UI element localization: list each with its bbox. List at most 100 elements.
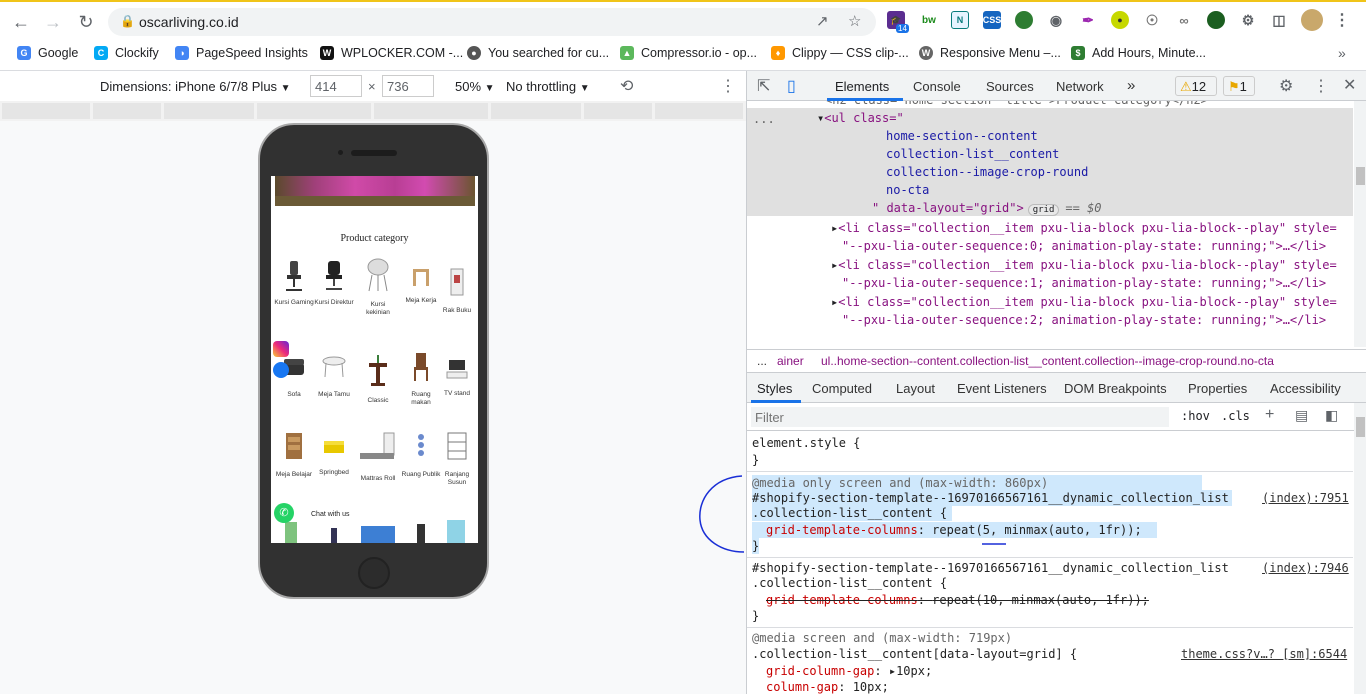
- css-declaration[interactable]: column-gap: 10px;: [766, 679, 889, 694]
- filter-input[interactable]: [751, 407, 1169, 427]
- ruler-segment[interactable]: [374, 103, 488, 119]
- bookmark-star-icon[interactable]: ☆: [848, 12, 861, 30]
- whatsapp-icon[interactable]: ✆: [274, 503, 294, 523]
- device-toggle-icon[interactable]: ▯: [787, 76, 796, 96]
- tab-network[interactable]: Network: [1056, 79, 1104, 94]
- tree-line[interactable]: ▸<li class="collection__item pxu-lia-blo…: [831, 256, 1337, 274]
- globe-grid-icon[interactable]: ☉: [1143, 11, 1161, 29]
- grid-badge[interactable]: grid: [1027, 204, 1060, 216]
- category-item[interactable]: Mattras Roll: [358, 431, 398, 483]
- expand-arrow-icon[interactable]: ▸: [889, 664, 896, 678]
- styles-pane[interactable]: element.style { } @media only screen and…: [747, 431, 1366, 694]
- throttling-dropdown[interactable]: No throttling ▼: [506, 79, 590, 94]
- category-item[interactable]: Kursi Direktur: [314, 259, 354, 307]
- bookmark-compressor[interactable]: ▲ Compressor.io - op...: [620, 44, 757, 62]
- tab-console[interactable]: Console: [913, 79, 961, 94]
- computed-styles-icon[interactable]: ▤: [1295, 407, 1308, 424]
- puzzle-icon[interactable]: ⚙: [1239, 11, 1257, 29]
- settings-gear-icon[interactable]: ⚙: [1279, 76, 1293, 96]
- css-value[interactable]: repeat(10, minmax(auto, 1fr));: [932, 593, 1149, 607]
- tree-line[interactable]: "--pxu-lia-outer-sequence:0; animation-p…: [842, 237, 1326, 255]
- css-declaration[interactable]: grid-column-gap: ▸10px;: [766, 663, 932, 679]
- hov-toggle[interactable]: :hov: [1181, 409, 1210, 423]
- category-item[interactable]: Ruang makan: [401, 351, 441, 407]
- ruler-segment[interactable]: [491, 103, 581, 119]
- back-icon[interactable]: ←: [10, 11, 32, 33]
- dimensions-dropdown[interactable]: Dimensions: iPhone 6/7/8 Plus ▼: [100, 79, 291, 94]
- css-property[interactable]: column-gap: [766, 680, 838, 694]
- tab-accessibility[interactable]: Accessibility: [1270, 381, 1341, 396]
- css-declaration-overridden[interactable]: grid-template-columns: repeat(10, minmax…: [766, 592, 1149, 608]
- rule-selector[interactable]: .collection-list__content[data-layout=gr…: [752, 646, 1077, 662]
- avatar[interactable]: [1301, 9, 1323, 31]
- more-menu-icon[interactable]: ⋮: [1333, 11, 1351, 29]
- css-property[interactable]: grid-template-columns: [766, 593, 918, 607]
- warnings-badge[interactable]: ⚠12: [1175, 76, 1217, 96]
- category-item[interactable]: Springbed: [314, 435, 354, 477]
- class-value[interactable]: collection--image-crop-round: [886, 163, 1088, 181]
- ellipsis-icon[interactable]: ...: [753, 110, 775, 128]
- width-input[interactable]: 414: [310, 75, 362, 97]
- ruler-segment[interactable]: [584, 103, 652, 119]
- elements-tree[interactable]: <h2 class="home-section--title">Product …: [747, 101, 1366, 347]
- rule-selector[interactable]: .collection-list__content {: [752, 575, 947, 591]
- source-link[interactable]: (index):7946: [1262, 560, 1349, 576]
- source-link[interactable]: (index):7951: [1262, 490, 1349, 506]
- css-value[interactable]: repeat(5, minmax(auto, 1fr));: [932, 523, 1142, 537]
- class-value[interactable]: no-cta: [886, 181, 929, 199]
- bookmark-clippy[interactable]: ♦ Clippy — CSS clip-...: [771, 44, 909, 62]
- selected-node[interactable]: ... ▾<ul class=" home-section--content c…: [747, 108, 1353, 216]
- camera-icon[interactable]: ◉: [1047, 11, 1065, 29]
- extension-globe-icon[interactable]: [1015, 11, 1033, 29]
- inspect-icon[interactable]: ⇱: [757, 76, 770, 96]
- tab-dom-breakpoints[interactable]: DOM Breakpoints: [1064, 381, 1167, 396]
- rule-selector[interactable]: .collection-list__content {: [752, 505, 952, 521]
- category-item[interactable]: TV stand: [437, 356, 477, 398]
- home-button[interactable]: [358, 557, 390, 589]
- phone-screen[interactable]: Product category Kursi Gaming Kursi Dire…: [271, 176, 478, 543]
- tab-sources[interactable]: Sources: [986, 79, 1034, 94]
- media-query[interactable]: @media screen and (max-width: 719px): [752, 630, 1012, 646]
- bookmark-responsive-menu[interactable]: W Responsive Menu –...: [919, 44, 1061, 62]
- tree-line[interactable]: ▸<li class="collection__item pxu-lia-blo…: [831, 219, 1337, 237]
- category-item[interactable]: Kursi Gaming: [274, 259, 314, 307]
- rule-selector[interactable]: element.style {: [752, 435, 860, 451]
- media-query[interactable]: @media only screen and (max-width: 860px…: [752, 475, 1202, 491]
- ruler-segment[interactable]: [93, 103, 161, 119]
- ruler-segment[interactable]: [257, 103, 371, 119]
- category-item[interactable]: Ranjang Susun: [437, 431, 477, 487]
- tab-layout[interactable]: Layout: [896, 381, 935, 396]
- tab-elements[interactable]: Elements: [835, 79, 889, 94]
- instagram-icon[interactable]: [273, 341, 289, 357]
- bookmark-wplocker[interactable]: W WPLOCKER.COM -...: [320, 44, 463, 62]
- address-bar[interactable]: 🔒 oscarliving.co.id ↗ ☆: [108, 8, 876, 36]
- category-item[interactable]: Ruang Publik: [401, 431, 441, 479]
- css-declaration[interactable]: grid-template-columns: repeat(5, minmax(…: [752, 522, 1157, 538]
- tree-line[interactable]: " data-layout="grid"> grid == $0: [872, 199, 1102, 219]
- url-text[interactable]: oscarliving.co.id: [139, 14, 239, 30]
- extension-yellow-icon[interactable]: ●: [1111, 11, 1129, 29]
- reload-icon[interactable]: ↻: [75, 11, 97, 33]
- class-value[interactable]: home-section--content: [886, 127, 1038, 145]
- extension-n-icon[interactable]: N: [951, 11, 969, 29]
- css-property[interactable]: grid-column-gap: [766, 664, 874, 678]
- category-item[interactable]: Meja Kerja: [401, 263, 441, 305]
- ruler-segment[interactable]: [164, 103, 254, 119]
- media-query-ruler[interactable]: [0, 101, 746, 121]
- category-item[interactable]: Meja Belajar: [274, 431, 314, 479]
- ruler-segment[interactable]: [2, 103, 90, 119]
- feather-icon[interactable]: ✒: [1079, 11, 1097, 29]
- side-panel-icon[interactable]: ◫: [1270, 11, 1288, 29]
- close-icon[interactable]: ✕: [1343, 75, 1356, 95]
- extension-css-icon[interactable]: CSS: [983, 11, 1001, 29]
- forward-icon[interactable]: →: [42, 11, 64, 33]
- bookmark-pagespeed[interactable]: ◑ PageSpeed Insights: [175, 44, 308, 62]
- new-rule-icon[interactable]: +: [1265, 406, 1274, 424]
- breadcrumb-item[interactable]: ainer: [777, 354, 804, 368]
- tab-computed[interactable]: Computed: [812, 381, 872, 396]
- chat-with-us-label[interactable]: Chat with us: [311, 511, 350, 518]
- share-icon[interactable]: ↗: [816, 12, 829, 30]
- tree-line[interactable]: "--pxu-lia-outer-sequence:1; animation-p…: [842, 274, 1326, 292]
- bookmarks-overflow-icon[interactable]: »: [1338, 44, 1346, 62]
- class-value[interactable]: collection-list__content: [886, 145, 1059, 163]
